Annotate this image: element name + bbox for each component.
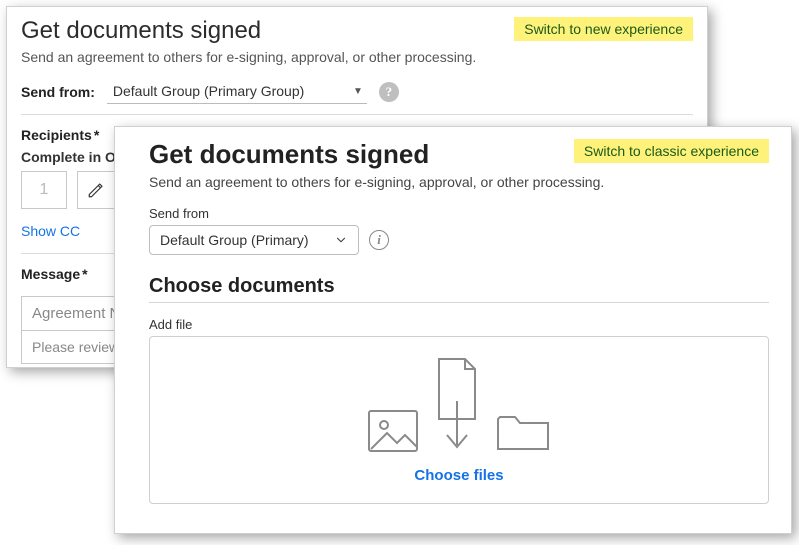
send-from-label-classic: Send from:	[21, 84, 95, 100]
dropzone-icons	[367, 357, 551, 453]
send-from-select-modern[interactable]: Default Group (Primary)	[149, 225, 359, 255]
send-from-value-modern: Default Group (Primary)	[160, 232, 309, 248]
document-download-icon	[433, 357, 481, 453]
edit-recipient-button[interactable]	[77, 171, 115, 209]
pencil-icon	[87, 181, 105, 199]
switch-to-classic-link[interactable]: Switch to classic experience	[574, 139, 769, 163]
divider	[149, 302, 769, 303]
divider	[21, 114, 693, 115]
choose-files-link[interactable]: Choose files	[414, 467, 503, 484]
recipient-order-field[interactable]: 1	[21, 171, 67, 209]
chevron-down-icon	[334, 233, 348, 247]
choose-documents-heading: Choose documents	[149, 275, 769, 298]
classic-page-subtitle: Send an agreement to others for e-signin…	[21, 49, 693, 65]
switch-to-new-link[interactable]: Switch to new experience	[514, 17, 693, 41]
folder-icon	[495, 409, 551, 453]
send-from-select-classic[interactable]: Default Group (Primary Group) ▼	[107, 79, 367, 104]
modern-page-subtitle: Send an agreement to others for e-signin…	[149, 174, 769, 190]
image-icon	[367, 409, 419, 453]
file-dropzone[interactable]: Choose files	[149, 336, 769, 504]
caret-down-icon: ▼	[353, 86, 363, 97]
send-from-value-classic: Default Group (Primary Group)	[113, 83, 304, 99]
help-icon[interactable]: ?	[379, 82, 399, 102]
help-icon[interactable]: i	[369, 230, 389, 250]
send-from-label-modern: Send from	[149, 206, 769, 221]
modern-panel: Switch to classic experience Get documen…	[114, 126, 792, 534]
add-file-label: Add file	[149, 317, 769, 332]
